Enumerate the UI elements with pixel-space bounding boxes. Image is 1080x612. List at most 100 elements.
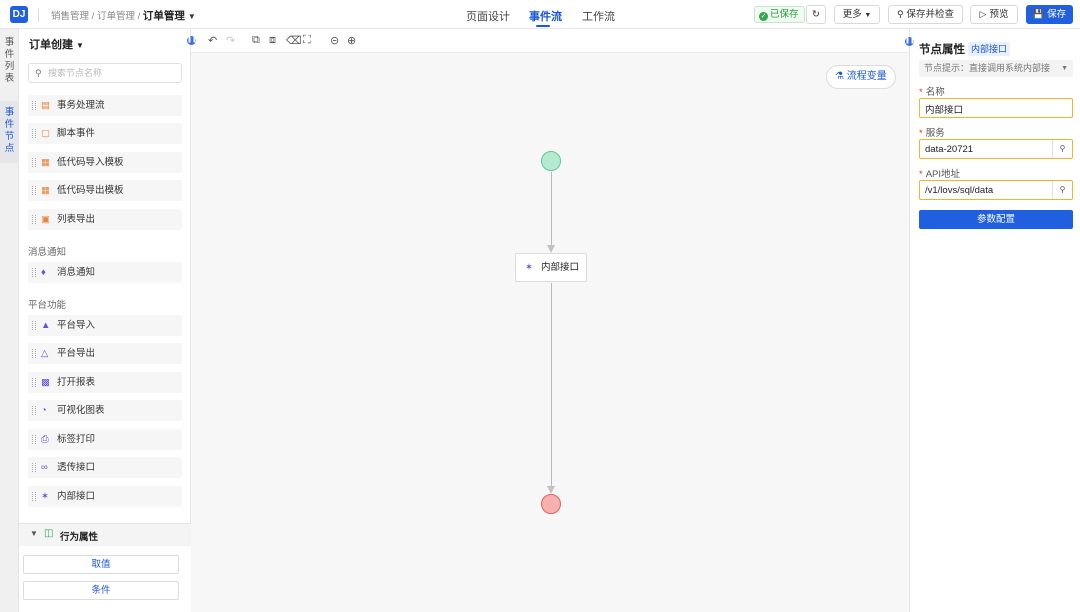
undo-icon[interactable]: ↶ [208, 34, 217, 47]
redo-icon[interactable]: ↷ [226, 34, 235, 47]
node-item-label: 透传接口 [57, 462, 96, 473]
breadcrumb-item-1[interactable]: 订单管理 [97, 11, 135, 22]
drag-handle-icon[interactable] [32, 158, 36, 167]
start-node[interactable] [541, 151, 561, 171]
node-search-box[interactable]: ⚲ [28, 63, 182, 83]
breadcrumb-item-0[interactable]: 销售管理 [51, 11, 89, 22]
copy-icon[interactable]: ⧉ [252, 34, 260, 47]
flow-variables-button[interactable]: ⚗ 流程变量 [826, 65, 896, 89]
parameter-config-button[interactable]: 参数配置 [919, 210, 1073, 229]
node-item-platform-import[interactable]: ▲ 平台导入 [28, 315, 182, 336]
collapse-right-panel-icon[interactable]: ❚❚ [905, 37, 915, 46]
zoom-in-icon[interactable]: ⊕ [347, 34, 356, 47]
flow-canvas[interactable]: ↶ ↷ ⧉ ⧈ ⌫ ⛶ ⊝ ⊕ ⚗ 流程变量 ✶ 内部接口 [191, 29, 909, 612]
drag-handle-icon[interactable] [32, 406, 36, 415]
active-tab-indicator [536, 25, 550, 27]
node-item-script-event[interactable]: ▢ 脚本事件 [28, 123, 182, 144]
field-service-box[interactable]: ⚲ [919, 139, 1073, 159]
event-selector-label: 订单创建 [29, 39, 73, 51]
drag-handle-icon[interactable] [32, 492, 36, 501]
required-mark: * [919, 87, 923, 98]
field-api-label-text: API地址 [925, 169, 961, 180]
drag-handle-icon[interactable] [32, 463, 36, 472]
node-item-label: 低代码导出模板 [57, 185, 124, 196]
fit-view-icon[interactable]: ⛶ [303, 34, 311, 47]
get-value-button[interactable]: 取值 [23, 555, 179, 574]
drag-handle-icon[interactable] [32, 101, 36, 110]
field-api-input[interactable] [925, 184, 1050, 197]
event-selector[interactable]: 订单创建 ▼ [29, 36, 84, 52]
drag-handle-icon[interactable] [32, 435, 36, 444]
flow-variables-label: 流程变量 [846, 71, 887, 82]
node-item-list-export[interactable]: ▣ 列表导出 [28, 209, 182, 230]
preview-icon: ▷ [979, 9, 987, 19]
tab-page-design[interactable]: 页面设计 [466, 8, 510, 24]
more-button[interactable]: 更多 ▼ [834, 5, 880, 24]
drag-handle-icon[interactable] [32, 215, 36, 224]
node-item-platform-export[interactable]: △ 平台导出 [28, 343, 182, 364]
app-logo[interactable]: DJ [10, 6, 28, 23]
save-button[interactable]: 💾 保存 [1026, 5, 1073, 24]
script-icon: ▢ [41, 128, 50, 139]
node-item-lowcode-export[interactable]: ▦ 低代码导出模板 [28, 180, 182, 201]
node-item-transaction-flow[interactable]: ▤ 事务处理流 [28, 95, 182, 116]
drag-handle-icon[interactable] [32, 186, 36, 195]
select-service-icon[interactable]: ⚲ [1052, 140, 1072, 158]
chevron-down-icon[interactable]: ▼ [188, 12, 196, 21]
paste-icon[interactable]: ⧈ [269, 34, 276, 47]
field-api-box[interactable]: ⚲ [919, 180, 1073, 200]
process-node-label: 内部接口 [541, 262, 580, 273]
zoom-out-icon[interactable]: ⊝ [330, 34, 339, 47]
field-name-box[interactable] [919, 98, 1073, 118]
breadcrumb-current[interactable]: 订单管理 [143, 10, 185, 22]
node-item-label-print[interactable]: ⎙ 标签打印 [28, 429, 182, 450]
printer-icon: ⎙ [41, 434, 49, 445]
preview-button[interactable]: ▷ 预览 [970, 5, 1018, 24]
behavior-properties-header[interactable]: ▼ ◫ 行为属性 [19, 524, 191, 546]
field-name-input[interactable] [925, 102, 1050, 115]
report-icon: ▩ [41, 377, 50, 388]
save-and-check-button[interactable]: ⚲ 保存并检查 [888, 5, 963, 24]
node-item-label: 可视化图表 [57, 405, 105, 416]
drag-handle-icon[interactable] [32, 268, 36, 277]
node-item-visual-chart[interactable]: ◔ 可视化图表 [28, 400, 182, 421]
logo-divider [38, 8, 39, 22]
collapse-left-panel-icon[interactable]: ❚❚ [187, 36, 197, 45]
saved-status-badge: ✓ 已保存 [754, 6, 805, 23]
tab-event-flow[interactable]: 事件流 [529, 8, 562, 24]
tab-work-flow[interactable]: 工作流 [582, 8, 615, 24]
section-message-notification: 消息通知 [28, 247, 67, 258]
drag-handle-icon[interactable] [32, 129, 36, 138]
more-label: 更多 [842, 9, 862, 20]
behavior-properties-title: 行为属性 [60, 532, 99, 543]
refresh-button[interactable]: ↻ [806, 5, 826, 24]
node-item-open-report[interactable]: ▩ 打开报表 [28, 372, 182, 393]
node-hint[interactable]: 节点提示：直接调用系统内部接 ▼ [919, 60, 1073, 77]
search-icon: ⚲ [35, 68, 42, 78]
side-tab-event-nodes[interactable]: 事件节点 [0, 101, 19, 163]
condition-button[interactable]: 条件 [23, 581, 179, 600]
node-item-passthrough-api[interactable]: ∞ 透传接口 [28, 457, 182, 478]
end-node[interactable] [541, 494, 561, 514]
field-service-input[interactable] [925, 143, 1050, 156]
node-item-label: 平台导入 [57, 320, 96, 331]
node-item-label: 平台导出 [57, 348, 96, 359]
node-item-lowcode-import[interactable]: ▦ 低代码导入模板 [28, 152, 182, 173]
edge-process-to-end [551, 283, 552, 487]
import-template-icon: ▦ [41, 157, 50, 168]
top-bar: DJ 销售管理 / 订单管理 / 订单管理 ▼ 页面设计 事件流 工作流 ✓ 已保存… [0, 0, 1080, 29]
drag-handle-icon[interactable] [32, 378, 36, 387]
node-search-input[interactable] [48, 66, 178, 80]
process-node-internal-api[interactable]: ✶ 内部接口 [515, 253, 587, 282]
node-item-message-notify[interactable]: ♦ 消息通知 [28, 262, 182, 283]
drag-handle-icon[interactable] [32, 349, 36, 358]
node-panel: 订单创建▼ ❚❚ ⚲ ▤事务处理流 ▢脚本事件 ▦低代码导入模板 ▦低代码导出模… [19, 29, 197, 612]
side-tab-event-list[interactable]: 事件列表 [0, 37, 19, 93]
node-item-internal-api[interactable]: ✶ 内部接口 [28, 486, 182, 507]
drag-handle-icon[interactable] [32, 321, 36, 330]
node-properties-title: 节点属性 [919, 44, 965, 56]
node-item-label: 打开报表 [57, 377, 96, 388]
select-api-icon[interactable]: ⚲ [1052, 181, 1072, 199]
canvas-toolbar: ↶ ↷ ⧉ ⧈ ⌫ ⛶ ⊝ ⊕ [191, 29, 909, 53]
delete-icon[interactable]: ⌫ [286, 34, 302, 47]
